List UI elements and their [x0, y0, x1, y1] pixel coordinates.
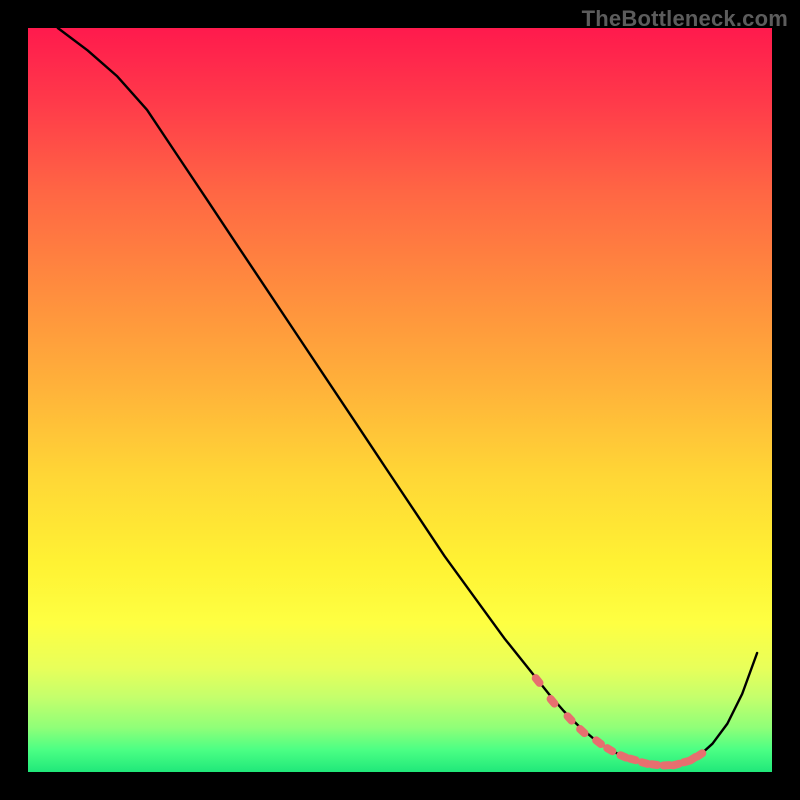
optimal-marker [591, 735, 607, 750]
optimal-marker [679, 756, 695, 767]
chart-plot-area [28, 28, 772, 772]
optimal-marker [602, 743, 618, 757]
optimal-marker [615, 750, 631, 763]
optimal-marker [692, 748, 708, 762]
bottleneck-curve [58, 28, 757, 765]
optimal-band-markers [530, 673, 708, 771]
optimal-marker [685, 751, 701, 765]
optimal-marker [659, 761, 673, 770]
optimal-marker [574, 723, 590, 738]
optimal-marker [637, 757, 653, 768]
chart-frame: TheBottleneck.com [0, 0, 800, 800]
chart-svg [28, 28, 772, 772]
optimal-marker [545, 693, 560, 709]
optimal-marker [562, 711, 577, 727]
optimal-marker [668, 759, 684, 770]
optimal-marker [625, 754, 641, 765]
optimal-marker [530, 673, 545, 689]
optimal-marker [647, 760, 662, 770]
